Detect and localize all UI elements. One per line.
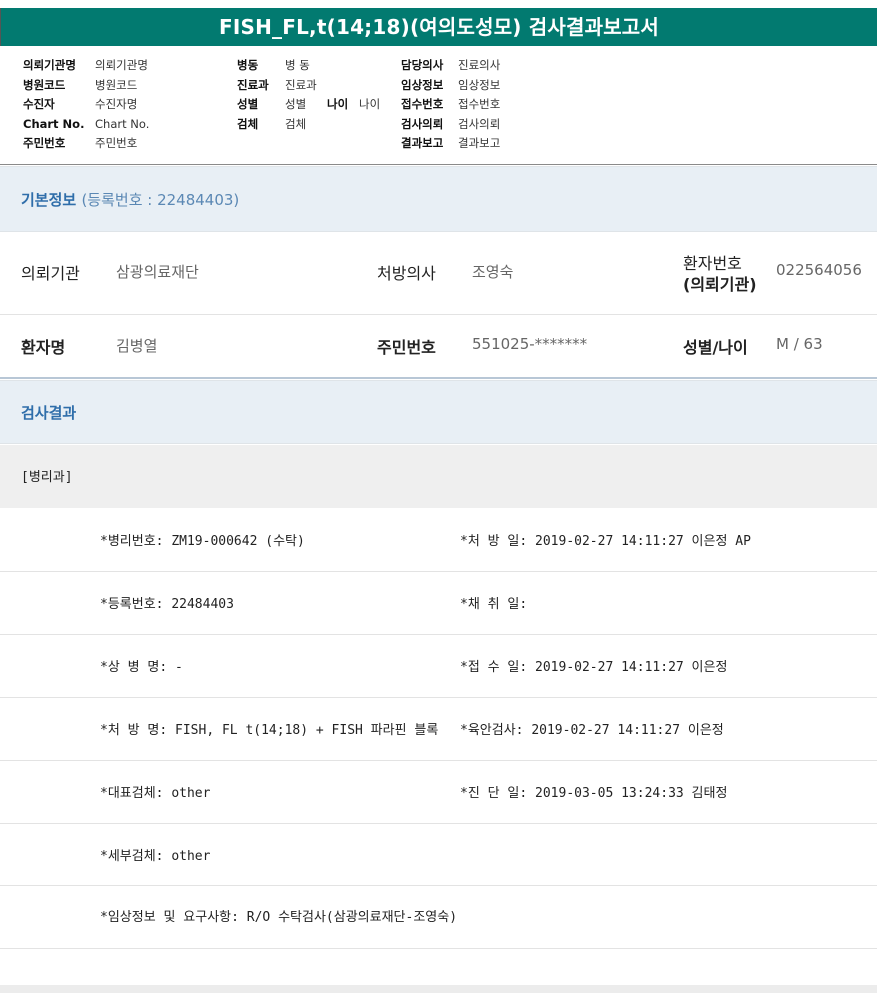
header-row: Chart No. Chart No. bbox=[23, 115, 149, 135]
result-left: *처 방 명: FISH, FL t(14;18) + FISH 파라핀 블록 bbox=[100, 723, 439, 738]
value-patient-number: 022564056 bbox=[776, 261, 862, 279]
header-row: 주민번호 주민번호 bbox=[23, 134, 149, 154]
header-row: 담당의사 진료의사 bbox=[401, 56, 500, 76]
basic-info-row-1: 의뢰기관 삼광의료재단 처방의사 조영숙 환자번호 (의뢰기관) 0225640… bbox=[0, 233, 877, 315]
value-resident-number: 551025-******* bbox=[472, 335, 588, 353]
header-value: 나이 bbox=[359, 97, 381, 111]
report-title-bar: FISH_FL,t(14;18)(여의도성모) 검사결과보고서 bbox=[0, 8, 877, 46]
page-footer bbox=[0, 985, 877, 993]
header-label: 병원코드 bbox=[23, 77, 66, 92]
header-divider bbox=[0, 164, 877, 165]
header-value: 주민번호 bbox=[95, 136, 138, 150]
label-sex-age: 성별/나이 bbox=[683, 338, 748, 357]
header-label: 접수번호 bbox=[401, 97, 444, 111]
result-right: *육안검사: 2019-02-27 14:11:27 이은정 bbox=[460, 723, 724, 738]
header-row: 결과보고 결과보고 bbox=[401, 134, 500, 154]
header-label: 병동 bbox=[237, 58, 259, 72]
result-left: *세부검체: other bbox=[100, 849, 211, 864]
result-left: *임상정보 및 요구사항: R/O 수탁검사(삼광의료재단-조영숙) bbox=[100, 910, 458, 925]
result-left: *등록번호: 22484403 bbox=[100, 597, 234, 612]
basic-info-row-2: 환자명 김병열 주민번호 551025-******* 성별/나이 M / 63 bbox=[0, 315, 877, 379]
header-value: 병원코드 bbox=[95, 77, 138, 92]
result-left: *병리번호: ZM19-000642 (수탁) bbox=[100, 534, 305, 549]
basic-info-heading: 기본정보 (등록번호 : 22484403) bbox=[21, 189, 239, 210]
header-value: 수진자명 bbox=[95, 97, 138, 111]
section-label: [병리과] bbox=[21, 470, 73, 485]
value-sex-age: M / 63 bbox=[776, 335, 823, 353]
result-row: *등록번호: 22484403 *채 취 일: bbox=[0, 572, 877, 635]
header-row: 진료과 진료과 bbox=[237, 76, 380, 96]
label-requesting-org: 의뢰기관 bbox=[21, 264, 80, 283]
label-resident-number: 주민번호 bbox=[377, 338, 436, 357]
label-patient-name: 환자명 bbox=[21, 338, 66, 357]
results-header: 검사결과 bbox=[0, 380, 877, 444]
header-value: 결과보고 bbox=[458, 136, 501, 150]
header-label: 검사의뢰 bbox=[401, 116, 444, 131]
header-value: 성별 bbox=[285, 97, 307, 111]
result-right: *처 방 일: 2019-02-27 14:11:27 이은정 AP bbox=[460, 534, 751, 549]
header-label: Chart No. bbox=[23, 116, 85, 131]
basic-info-title: 기본정보 bbox=[21, 191, 77, 209]
result-row: *병리번호: ZM19-000642 (수탁) *처 방 일: 2019-02-… bbox=[0, 509, 877, 572]
header-label: 나이 bbox=[327, 97, 349, 111]
header-value: 의뢰기관명 bbox=[95, 58, 148, 72]
result-left: *대표검체: other bbox=[100, 786, 211, 801]
results-heading: 검사결과 bbox=[21, 404, 77, 422]
result-row: *처 방 명: FISH, FL t(14;18) + FISH 파라핀 블록 … bbox=[0, 698, 877, 761]
header-col-3: 담당의사 진료의사 임상정보 임상정보 접수번호 접수번호 검사의뢰 검사의뢰 결과보고… bbox=[401, 56, 500, 154]
header-row: 수진자 수진자명 bbox=[23, 95, 149, 115]
header-value: 병 동 bbox=[285, 58, 310, 72]
basic-info-header: 기본정보 (등록번호 : 22484403) bbox=[0, 166, 877, 232]
header-label: 담당의사 bbox=[401, 58, 444, 72]
result-right: *진 단 일: 2019-03-05 13:24:33 김태정 bbox=[460, 786, 728, 801]
section-row: [병리과] bbox=[0, 445, 877, 508]
header-value: 검체 bbox=[285, 116, 307, 131]
result-row: *세부검체: other bbox=[0, 824, 877, 886]
header-col-1: 의뢰기관명 의뢰기관명 병원코드 병원코드 수진자 수진자명 Chart No. Cha… bbox=[23, 56, 149, 154]
label-prescribing-doctor: 처방의사 bbox=[377, 264, 436, 283]
header-label: 결과보고 bbox=[401, 136, 444, 150]
registration-number: (등록번호 : 22484403) bbox=[81, 191, 240, 209]
header-value: Chart No. bbox=[95, 116, 150, 131]
header-label: 의뢰기관명 bbox=[23, 58, 76, 72]
header-label: 수진자 bbox=[23, 97, 55, 111]
report-header: 의뢰기관명 의뢰기관명 병원코드 병원코드 수진자 수진자명 Chart No. Cha… bbox=[0, 52, 877, 164]
header-value: 진료과 bbox=[285, 77, 317, 92]
header-col-2: 병동 병 동 진료과 진료과 성별 성별 나이 나이 검체 검체 bbox=[237, 56, 380, 134]
header-row: 검체 검체 bbox=[237, 115, 380, 135]
header-row: 의뢰기관명 의뢰기관명 bbox=[23, 56, 149, 76]
header-value: 접수번호 bbox=[458, 97, 501, 111]
result-row: *대표검체: other *진 단 일: 2019-03-05 13:24:33… bbox=[0, 761, 877, 824]
header-label: 주민번호 bbox=[23, 136, 66, 150]
header-row: 병동 병 동 bbox=[237, 56, 380, 76]
result-row: *상 병 명: - *접 수 일: 2019-02-27 14:11:27 이은… bbox=[0, 635, 877, 698]
value-prescribing-doctor: 조영숙 bbox=[472, 263, 514, 281]
header-row: 검사의뢰 검사의뢰 bbox=[401, 115, 500, 135]
result-right: *채 취 일: bbox=[460, 597, 528, 612]
label-patient-number-sub: (의뢰기관) bbox=[683, 275, 757, 294]
header-value: 임상정보 bbox=[458, 77, 501, 92]
value-requesting-org: 삼광의료재단 bbox=[116, 263, 199, 281]
header-label: 검체 bbox=[237, 116, 259, 131]
header-value: 검사의뢰 bbox=[458, 116, 501, 131]
value-patient-name: 김병열 bbox=[116, 337, 158, 355]
header-row: 성별 성별 나이 나이 bbox=[237, 95, 380, 115]
header-value: 진료의사 bbox=[458, 58, 501, 72]
header-label: 임상정보 bbox=[401, 77, 444, 92]
result-row: *임상정보 및 요구사항: R/O 수탁검사(삼광의료재단-조영숙) bbox=[0, 886, 877, 949]
report-title: FISH_FL,t(14;18)(여의도성모) 검사결과보고서 bbox=[219, 15, 659, 39]
header-label: 진료과 bbox=[237, 77, 269, 92]
result-left: *상 병 명: - bbox=[100, 660, 183, 675]
result-right: *접 수 일: 2019-02-27 14:11:27 이은정 bbox=[460, 660, 728, 675]
header-row: 병원코드 병원코드 bbox=[23, 76, 149, 96]
header-row: 접수번호 접수번호 bbox=[401, 95, 500, 115]
header-label: 성별 bbox=[237, 97, 259, 111]
header-row: 임상정보 임상정보 bbox=[401, 76, 500, 96]
